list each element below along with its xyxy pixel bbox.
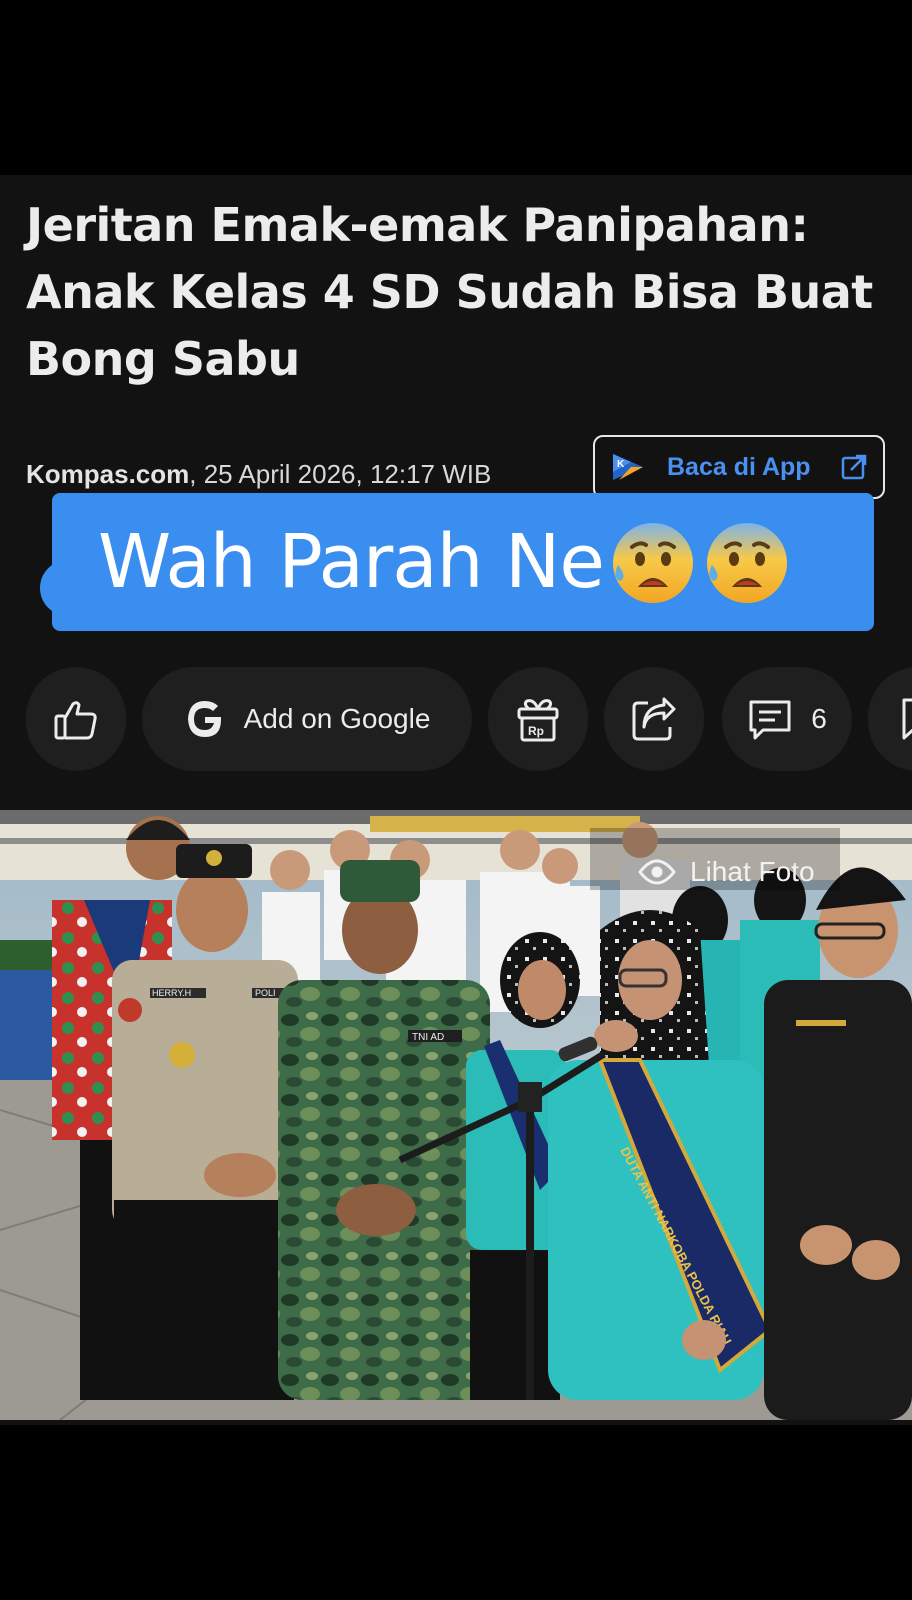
- gift-button[interactable]: Rp: [488, 667, 588, 771]
- comment-count: 6: [811, 703, 827, 734]
- view-photo-label: Lihat Foto: [690, 856, 815, 887]
- article-source[interactable]: Kompas.com: [26, 459, 189, 489]
- gift-badge: Rp: [528, 724, 544, 738]
- bookmark-button[interactable]: [868, 667, 912, 771]
- action-bar: Add on Google Rp 6: [0, 667, 912, 771]
- gift-icon: Rp: [517, 699, 559, 742]
- add-on-google-label: Add on Google: [243, 703, 431, 734]
- article-photo[interactable]: HERRY.H POLI TNI AD DUTA ANTI NARKOBA PO…: [0, 810, 912, 1420]
- article-meta: Kompas.com, 25 April 2026, 12:17 WIB: [26, 458, 491, 490]
- thumbs-up-icon: [54, 701, 97, 740]
- article-datetime: , 25 April 2026, 12:17 WIB: [189, 459, 492, 489]
- comment-icon: [749, 700, 791, 740]
- comments-button[interactable]: 6: [722, 667, 852, 771]
- name-tag-2: TNI AD: [412, 1032, 444, 1043]
- add-on-google-button[interactable]: Add on Google: [142, 667, 472, 771]
- kompas-logo-icon: K: [613, 454, 643, 480]
- photo-illustration: HERRY.H POLI TNI AD DUTA ANTI NARKOBA PO…: [0, 810, 912, 1420]
- caption-text: Wah Parah Ne: [98, 519, 605, 605]
- like-button[interactable]: [26, 667, 126, 771]
- caption-overlay: Wah Parah Ne: [52, 493, 874, 631]
- bookmark-icon: [902, 698, 912, 740]
- name-tag-3: POLI: [255, 988, 276, 998]
- view-photo-button[interactable]: Lihat Foto: [638, 852, 815, 892]
- screen: Jeritan Emak-emak Panipahan: Anak Kelas …: [0, 0, 912, 1600]
- name-tag-1: HERRY.H: [152, 988, 191, 998]
- share-button[interactable]: [604, 667, 704, 771]
- google-icon: [187, 701, 221, 737]
- anxious-face-icon: [612, 523, 693, 603]
- open-in-app-button[interactable]: K Baca di App: [593, 435, 885, 499]
- anxious-face-icon: [706, 523, 787, 603]
- share-icon: [632, 697, 676, 741]
- eye-icon: [638, 859, 676, 885]
- open-in-app-label: Baca di App: [667, 452, 811, 481]
- svg-text:K: K: [617, 459, 625, 470]
- article-headline: Jeritan Emak-emak Panipahan: Anak Kelas …: [26, 198, 873, 386]
- external-link-icon: [841, 454, 867, 480]
